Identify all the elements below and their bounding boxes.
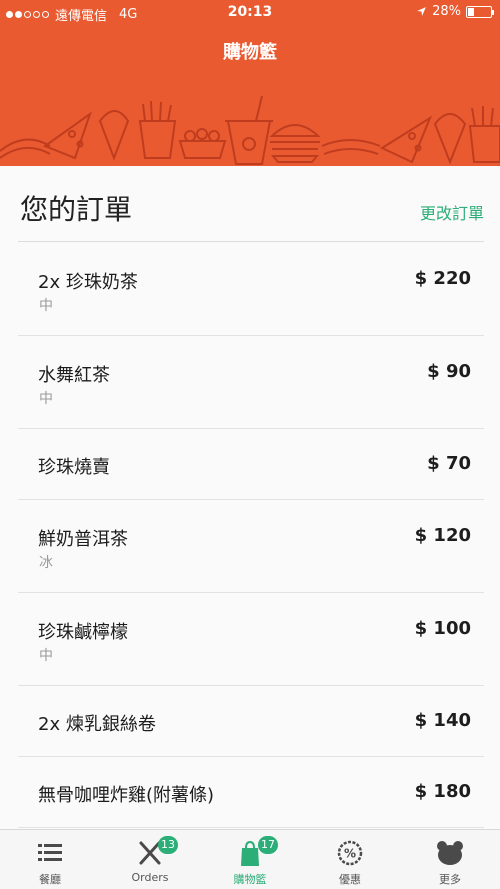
item-option: 中 [39, 391, 53, 407]
discount-icon: % [337, 840, 363, 866]
bottom-tab-bar: 餐廳 13 Orders 17 購物籃 % 優惠 更多 [0, 829, 500, 889]
battery-icon [466, 5, 494, 18]
food-illustration [0, 96, 500, 165]
orders-count-badge: 13 [158, 836, 178, 854]
svg-text:%: % [344, 847, 356, 861]
bear-icon [437, 841, 463, 865]
cart-content: 您的訂單 更改訂單 2x 珍珠奶茶 $ 220 中 水舞紅茶 $ 90 中 珍珠… [0, 166, 500, 829]
page-title: 購物籃 [223, 42, 277, 63]
tab-orders[interactable]: 13 Orders [100, 830, 200, 889]
item-name: 2x 煉乳銀絲卷 [38, 714, 156, 735]
order-header: 您的訂單 更改訂單 [18, 166, 484, 242]
item-name: 鮮奶普洱茶 [38, 529, 128, 550]
list-icon [38, 844, 62, 861]
item-option: 中 [39, 648, 53, 664]
item-option: 中 [39, 298, 53, 314]
item-name: 2x 珍珠奶茶 [38, 272, 138, 293]
tab-label: 購物籃 [233, 873, 267, 886]
item-name: 無骨咖哩炸雞(附薯條) [38, 785, 215, 806]
tab-label: Orders [131, 871, 169, 884]
list-item[interactable]: 無骨咖哩炸雞(附薯條) $ 180 [18, 757, 484, 828]
tab-label: 優惠 [339, 873, 361, 886]
cart-count-badge: 17 [258, 836, 278, 854]
item-name: 珍珠燒賣 [38, 457, 110, 478]
tab-cart[interactable]: 17 購物籃 [200, 830, 300, 889]
order-items-list: 2x 珍珠奶茶 $ 220 中 水舞紅茶 $ 90 中 珍珠燒賣 $ 70 鮮奶… [0, 243, 500, 828]
app-header: 遠傳電信 4G 20:13 28% 購物籃 [0, 0, 500, 166]
status-bar: 遠傳電信 4G 20:13 28% [0, 0, 500, 26]
tab-label: 餐廳 [39, 873, 61, 886]
location-arrow-icon [417, 7, 426, 16]
list-item[interactable]: 2x 珍珠奶茶 $ 220 中 [18, 243, 484, 336]
item-price: $ 220 [414, 268, 471, 289]
item-name: 水舞紅茶 [38, 365, 110, 386]
order-title: 您的訂單 [20, 193, 133, 226]
edit-order-link[interactable]: 更改訂單 [420, 200, 484, 224]
item-name: 珍珠鹹檸檬 [38, 622, 128, 643]
tab-offers[interactable]: % 優惠 [300, 830, 400, 889]
item-price: $ 100 [414, 618, 471, 639]
list-item[interactable]: 珍珠鹹檸檬 $ 100 中 [18, 593, 484, 686]
tab-more[interactable]: 更多 [400, 830, 500, 889]
item-price: $ 140 [414, 710, 471, 731]
item-price: $ 120 [414, 525, 471, 546]
list-item[interactable]: 珍珠燒賣 $ 70 [18, 429, 484, 500]
battery-percent: 28% [432, 4, 461, 19]
list-item[interactable]: 2x 煉乳銀絲卷 $ 140 [18, 686, 484, 757]
list-item[interactable]: 水舞紅茶 $ 90 中 [18, 336, 484, 429]
item-price: $ 70 [427, 453, 471, 474]
tab-restaurants[interactable]: 餐廳 [0, 830, 100, 889]
item-price: $ 90 [427, 361, 471, 382]
tab-label: 更多 [439, 873, 461, 886]
item-option: 冰 [39, 555, 53, 571]
list-item[interactable]: 鮮奶普洱茶 $ 120 冰 [18, 500, 484, 593]
item-price: $ 180 [414, 781, 471, 802]
